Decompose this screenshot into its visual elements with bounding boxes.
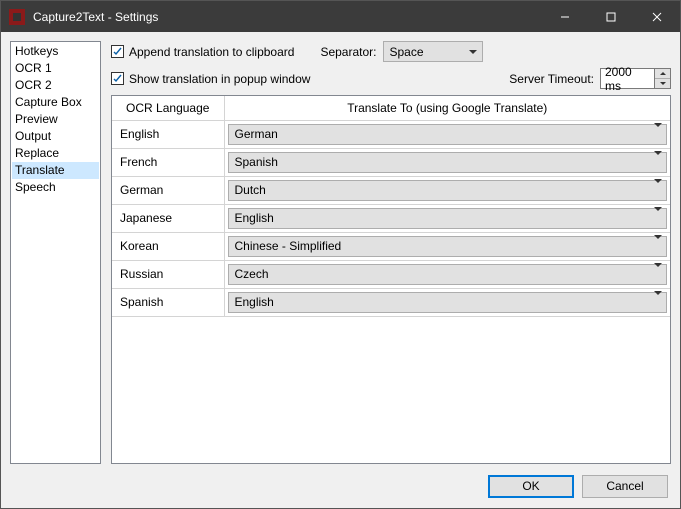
ocr-language-cell: Spanish — [112, 288, 224, 316]
chevron-down-icon — [654, 211, 662, 225]
window-controls — [542, 1, 680, 32]
sidebar-item-hotkeys[interactable]: Hotkeys — [12, 43, 99, 60]
spinner-down-button[interactable] — [655, 79, 670, 88]
ocr-language-cell: French — [112, 148, 224, 176]
append-clipboard-label: Append translation to clipboard — [129, 45, 294, 59]
translate-to-dropdown[interactable]: German — [228, 124, 668, 145]
separator-value: Space — [390, 45, 468, 59]
chevron-down-icon — [654, 239, 662, 253]
chevron-down-icon — [468, 50, 478, 54]
cancel-button[interactable]: Cancel — [582, 475, 668, 498]
client-area: HotkeysOCR 1OCR 2Capture BoxPreviewOutpu… — [1, 32, 680, 508]
chevron-down-icon — [660, 82, 666, 85]
show-popup-label: Show translation in popup window — [129, 72, 310, 86]
translate-to-dropdown[interactable]: Spanish — [228, 152, 668, 173]
server-timeout-label: Server Timeout: — [509, 72, 594, 86]
chevron-down-icon — [654, 295, 662, 309]
sidebar-item-speech[interactable]: Speech — [12, 179, 99, 196]
translate-to-value: German — [235, 127, 655, 141]
chevron-down-icon — [654, 183, 662, 197]
translate-to-value: Spanish — [235, 155, 655, 169]
top-row-1: Append translation to clipboard Separato… — [111, 41, 671, 62]
translate-to-dropdown[interactable]: English — [228, 208, 668, 229]
header-ocr-language[interactable]: OCR Language — [112, 96, 224, 120]
separator-label: Separator: — [320, 45, 376, 59]
app-icon — [9, 9, 25, 25]
dialog-footer: OK Cancel — [1, 464, 680, 508]
translate-to-cell: Dutch — [224, 176, 670, 204]
table-row: Japanese English — [112, 204, 670, 232]
sidebar-item-preview[interactable]: Preview — [12, 111, 99, 128]
table-row: Russian Czech — [112, 260, 670, 288]
sidebar-item-replace[interactable]: Replace — [12, 145, 99, 162]
translate-to-dropdown[interactable]: English — [228, 292, 668, 313]
translate-to-cell: English — [224, 204, 670, 232]
separator-dropdown[interactable]: Space — [383, 41, 483, 62]
translate-to-dropdown[interactable]: Dutch — [228, 180, 668, 201]
sidebar-item-output[interactable]: Output — [12, 128, 99, 145]
translate-to-value: English — [235, 211, 655, 225]
ocr-language-cell: English — [112, 120, 224, 148]
append-clipboard-checkbox[interactable]: Append translation to clipboard — [111, 45, 294, 59]
ok-button[interactable]: OK — [488, 475, 574, 498]
ocr-language-cell: Russian — [112, 260, 224, 288]
translate-to-value: Czech — [235, 267, 655, 281]
translate-to-dropdown[interactable]: Chinese - Simplified — [228, 236, 668, 257]
translation-table: OCR Language Translate To (using Google … — [112, 96, 670, 317]
settings-content: Append translation to clipboard Separato… — [111, 41, 671, 464]
table-row: Korean Chinese - Simplified — [112, 232, 670, 260]
sidebar-item-ocr-2[interactable]: OCR 2 — [12, 77, 99, 94]
translate-to-value: Chinese - Simplified — [235, 239, 655, 253]
check-icon — [112, 73, 123, 84]
settings-window: Capture2Text - Settings HotkeysOCR 1OCR … — [0, 0, 681, 509]
translate-to-value: English — [235, 295, 655, 309]
server-timeout-spinner[interactable]: 2000 ms — [600, 68, 671, 89]
window-title: Capture2Text - Settings — [33, 10, 542, 24]
top-row-2: Show translation in popup window Server … — [111, 68, 671, 89]
chevron-down-icon — [654, 155, 662, 169]
ocr-language-cell: Korean — [112, 232, 224, 260]
chevron-up-icon — [660, 72, 666, 75]
checkbox-box — [111, 72, 124, 85]
header-translate-to[interactable]: Translate To (using Google Translate) — [224, 96, 670, 120]
translate-to-value: Dutch — [235, 183, 655, 197]
sidebar-item-ocr-1[interactable]: OCR 1 — [12, 60, 99, 77]
settings-sidebar: HotkeysOCR 1OCR 2Capture BoxPreviewOutpu… — [10, 41, 101, 464]
translate-to-cell: Czech — [224, 260, 670, 288]
table-row: German Dutch — [112, 176, 670, 204]
close-button[interactable] — [634, 1, 680, 32]
ocr-language-cell: Japanese — [112, 204, 224, 232]
main-area: HotkeysOCR 1OCR 2Capture BoxPreviewOutpu… — [1, 32, 680, 464]
translate-to-cell: English — [224, 288, 670, 316]
titlebar: Capture2Text - Settings — [1, 1, 680, 32]
chevron-down-icon — [654, 127, 662, 141]
sidebar-item-capture-box[interactable]: Capture Box — [12, 94, 99, 111]
table-row: English German — [112, 120, 670, 148]
translate-to-cell: Spanish — [224, 148, 670, 176]
sidebar-item-translate[interactable]: Translate — [12, 162, 99, 179]
table-row: French Spanish — [112, 148, 670, 176]
table-row: Spanish English — [112, 288, 670, 316]
translate-to-dropdown[interactable]: Czech — [228, 264, 668, 285]
show-popup-checkbox[interactable]: Show translation in popup window — [111, 72, 310, 86]
translation-table-container: OCR Language Translate To (using Google … — [111, 95, 671, 464]
maximize-button[interactable] — [588, 1, 634, 32]
translate-to-cell: Chinese - Simplified — [224, 232, 670, 260]
checkbox-box — [111, 45, 124, 58]
ocr-language-cell: German — [112, 176, 224, 204]
chevron-down-icon — [654, 267, 662, 281]
translate-to-cell: German — [224, 120, 670, 148]
spinner-up-button[interactable] — [655, 69, 670, 79]
minimize-button[interactable] — [542, 1, 588, 32]
server-timeout-value[interactable]: 2000 ms — [600, 68, 655, 89]
check-icon — [112, 46, 123, 57]
